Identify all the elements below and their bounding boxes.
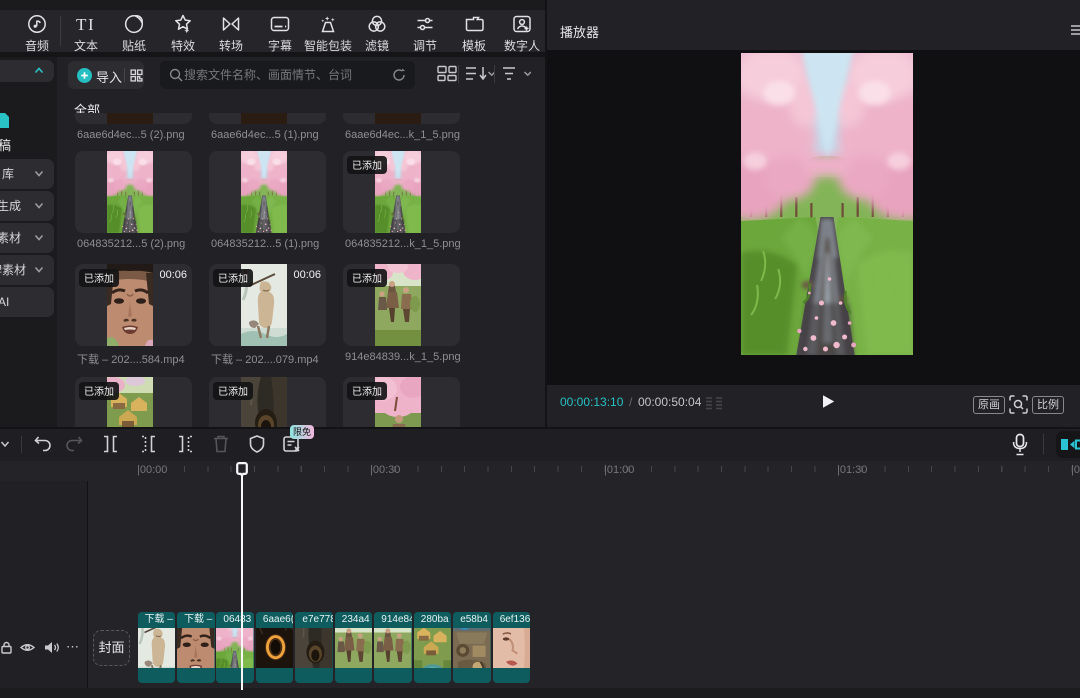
- svg-text:I: I: [88, 15, 94, 34]
- svg-text:T: T: [76, 15, 87, 34]
